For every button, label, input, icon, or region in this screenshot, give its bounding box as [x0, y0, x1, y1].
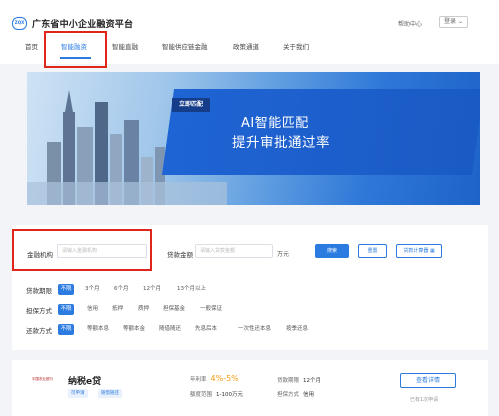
guarantee-option-fund[interactable]: 担保基金	[163, 304, 185, 315]
tab-supply-chain-finance[interactable]: 智能供应链金融	[162, 41, 208, 51]
product-tag: 随借随还	[98, 389, 122, 398]
tab-smart-direct-financing[interactable]: 智能直融	[112, 41, 138, 51]
term-option-3m[interactable]: 3个月	[85, 284, 100, 295]
limit-value: 1-100万元	[216, 392, 243, 398]
guarantee-option-pledge[interactable]: 质押	[138, 304, 149, 315]
promo-banner[interactable]: 立即匹配 AI智能匹配 提升审批通过率	[27, 72, 480, 205]
banner-subheadline: 提升审批通过率	[232, 135, 330, 151]
calculator-button-label: 贷款计算器	[403, 248, 429, 254]
guarantee-filter-label: 担保方式	[26, 307, 52, 315]
term-item: 贷款期限 12个月	[277, 376, 321, 384]
highlight-box-institution	[12, 229, 152, 271]
bank-logo: 中国农业银行	[32, 377, 53, 381]
loan-calculator-button[interactable]: 贷款计算器 ▦	[396, 244, 442, 258]
applied-count: 已有1次申请	[410, 397, 439, 403]
term-value: 12个月	[303, 378, 322, 384]
reset-button[interactable]: 重置	[358, 244, 387, 258]
product-card[interactable]: 中国农业银行 纳税e贷 可申请 随借随还 年利率 4%-5% 额度范围 1-100万…	[12, 360, 488, 416]
term-option-12m[interactable]: 12个月	[143, 284, 161, 295]
tab-home[interactable]: 首页	[25, 41, 38, 51]
term-label: 贷款期限	[277, 378, 300, 384]
platform-logo-icon[interactable]: ZQX	[12, 17, 27, 30]
guarantee-value: 信用	[303, 392, 315, 398]
repayment-option-any[interactable]: 不限	[58, 324, 74, 335]
product-tag: 可申请	[68, 389, 88, 398]
search-button[interactable]: 搜索	[315, 244, 349, 258]
rate-item: 年利率 4%-5%	[190, 374, 239, 383]
guarantee-option-credit[interactable]: 信用	[87, 304, 98, 315]
view-details-button[interactable]: 查看详情	[400, 373, 456, 388]
guarantee-item: 担保方式 信用	[277, 390, 314, 398]
product-name[interactable]: 纳税e贷	[68, 374, 101, 387]
site-title[interactable]: 广东省中小企业融资平台	[32, 17, 133, 30]
tab-about-us[interactable]: 关于我们	[283, 41, 309, 51]
guarantee-option-mortgage[interactable]: 抵押	[112, 304, 123, 315]
guarantee-label: 担保方式	[277, 392, 300, 398]
term-option-6m[interactable]: 6个月	[114, 284, 129, 295]
repayment-option-equal-installment[interactable]: 等额本息	[87, 324, 109, 335]
rate-value: 4%-5%	[210, 374, 239, 383]
highlight-box-nav	[44, 31, 107, 68]
term-filter-label: 贷款期限	[26, 287, 52, 295]
term-option-13m-plus[interactable]: 13个月以上	[177, 284, 206, 295]
repayment-filter-label: 还款方式	[26, 327, 52, 335]
limit-item: 额度范围 1-100万元	[190, 390, 243, 398]
guarantee-option-any[interactable]: 不限	[58, 304, 74, 315]
amount-label: 贷款金额	[167, 251, 193, 259]
term-option-any[interactable]: 不限	[58, 284, 74, 295]
repayment-option-interest-first[interactable]: 先息后本	[195, 324, 217, 335]
banner-headline: AI智能匹配	[241, 116, 309, 131]
guarantee-option-general[interactable]: 一般保证	[200, 304, 222, 315]
limit-label: 额度范围	[190, 392, 213, 398]
amount-input[interactable]: 请输入贷款金额	[195, 244, 273, 258]
login-button[interactable]: 登录 ⌄	[439, 16, 468, 28]
rate-label: 年利率	[190, 377, 207, 383]
amount-unit: 万元	[277, 251, 290, 258]
calculator-icon: ▦	[429, 248, 435, 254]
help-center-link[interactable]: 帮助中心	[398, 19, 422, 28]
repayment-option-lump-sum[interactable]: 一次性还本息	[238, 324, 271, 335]
repayment-option-flexible[interactable]: 随借随还	[159, 324, 181, 335]
repayment-option-quarterly[interactable]: 按季还息	[286, 324, 308, 335]
repayment-option-equal-principal[interactable]: 等额本金	[123, 324, 145, 335]
match-now-tag[interactable]: 立即匹配	[172, 98, 210, 112]
tab-policy-channel[interactable]: 政策通道	[233, 41, 259, 51]
